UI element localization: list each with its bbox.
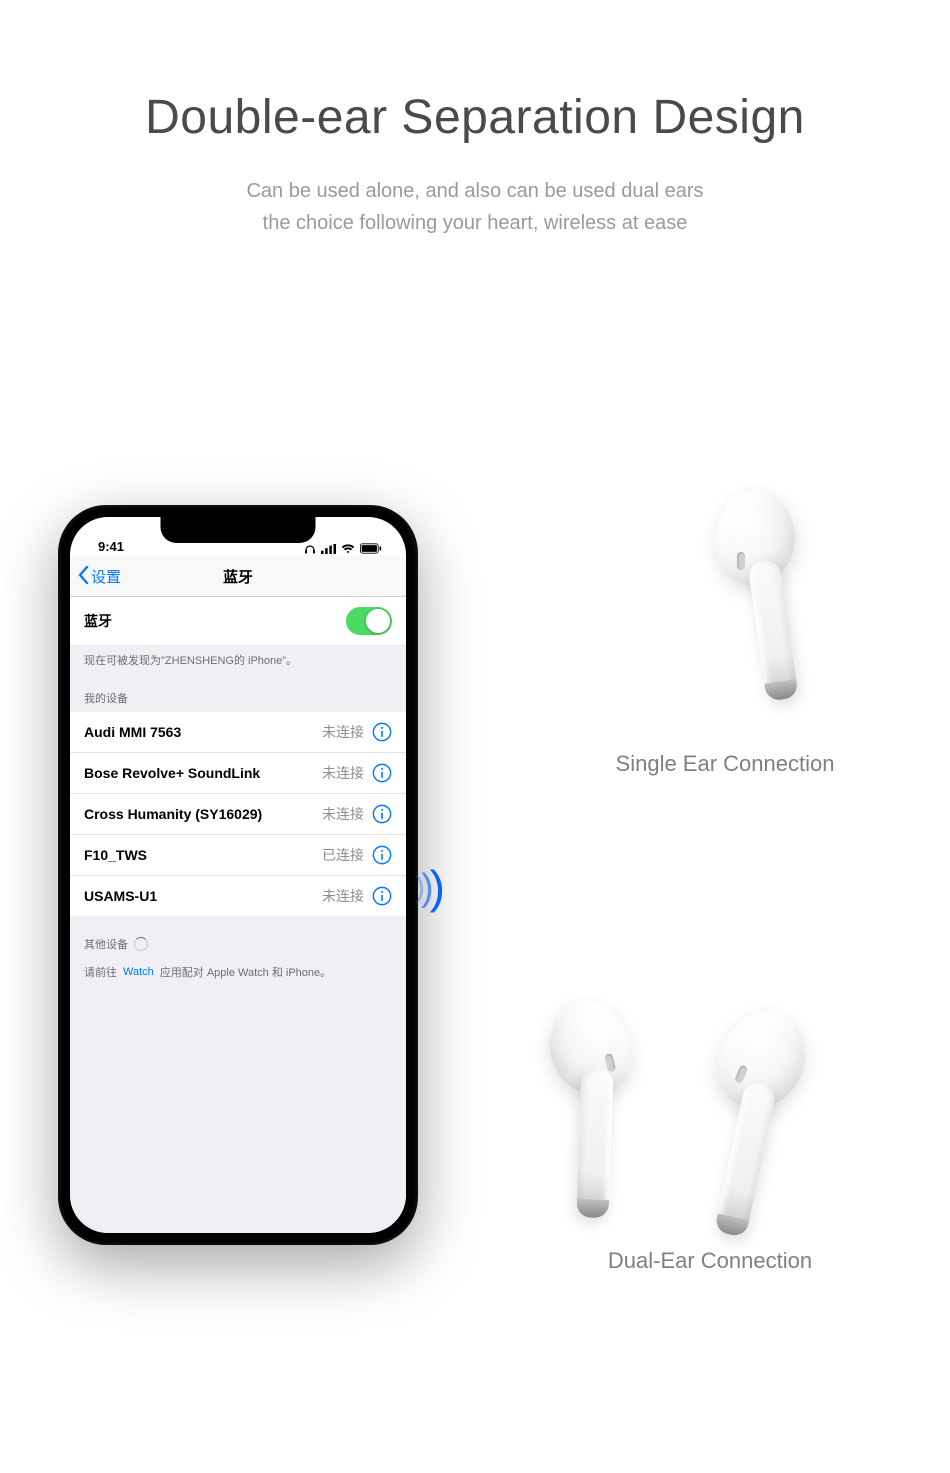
device-row[interactable]: F10_TWS已连接 [70,835,406,876]
earbud-right-illustration [715,490,795,586]
wifi-icon [341,544,355,554]
status-right-cluster [304,543,382,554]
earbuds-pair-illustration [540,1000,880,1230]
hero-sub-line-1: Can be used alone, and also can be used … [0,175,950,207]
hero-sub-line-2: the choice following your heart, wireles… [0,207,950,239]
device-name: Cross Humanity (SY16029) [84,806,322,822]
bluetooth-toggle[interactable] [346,607,392,635]
device-status: 未连接 [322,804,364,824]
chevron-left-icon [78,566,89,588]
info-icon[interactable] [372,804,392,824]
status-time: 9:41 [98,539,124,554]
footer-prefix: 请前往 [84,964,117,980]
device-status: 未连接 [322,886,364,906]
device-name: USAMS-U1 [84,888,322,904]
device-row[interactable]: Audi MMI 7563未连接 [70,712,406,753]
device-status: 已连接 [322,845,364,865]
device-row[interactable]: USAMS-U1未连接 [70,876,406,916]
device-list: Audi MMI 7563未连接Bose Revolve+ SoundLink未… [70,712,406,916]
device-row[interactable]: Cross Humanity (SY16029)未连接 [70,794,406,835]
battery-icon [360,543,382,554]
headphones-icon [304,544,316,554]
signal-waves-icon: ))) [415,860,441,914]
device-name: Bose Revolve+ SoundLink [84,765,322,781]
my-devices-header: 我的设备 [70,678,406,712]
watch-link[interactable]: Watch [123,966,154,978]
hero-title: Double-ear Separation Design [0,90,950,145]
other-devices-header: 其他设备 [84,936,128,952]
bluetooth-master-row[interactable]: 蓝牙 [70,597,406,646]
device-name: F10_TWS [84,847,322,863]
phone-frame: 9:41 设置 [58,505,418,1245]
info-icon[interactable] [372,845,392,865]
dual-earbud-block: Dual-Ear Connection [520,1000,900,1274]
watch-pairing-note: 请前往 Watch 应用配对 Apple Watch 和 iPhone。 [70,964,406,980]
back-label: 设置 [91,566,121,587]
nav-title: 蓝牙 [223,566,253,587]
discoverable-note: 现在可被发现为"ZHENSHENG的 iPhone"。 [70,646,406,678]
info-icon[interactable] [372,722,392,742]
back-button[interactable]: 设置 [78,566,121,588]
earbud-right-illustration-2 [704,998,819,1122]
device-status: 未连接 [322,722,364,742]
device-status: 未连接 [322,763,364,783]
info-icon[interactable] [372,763,392,783]
info-icon[interactable] [372,886,392,906]
phone-notch [161,517,316,543]
dual-ear-caption: Dual-Ear Connection [520,1248,900,1274]
earbud-left-illustration [540,992,641,1105]
single-earbud-block: Single Ear Connection [560,490,890,777]
single-ear-caption: Single Ear Connection [560,751,890,777]
spinner-icon [134,937,148,951]
nav-bar: 设置 蓝牙 [70,557,406,597]
cellular-icon [321,544,336,554]
footer-suffix: 应用配对 Apple Watch 和 iPhone。 [160,964,331,980]
hero-subtitle: Can be used alone, and also can be used … [0,175,950,239]
bluetooth-label: 蓝牙 [84,611,346,631]
device-row[interactable]: Bose Revolve+ SoundLink未连接 [70,753,406,794]
device-name: Audi MMI 7563 [84,724,322,740]
phone-screen: 9:41 设置 [70,517,406,1233]
